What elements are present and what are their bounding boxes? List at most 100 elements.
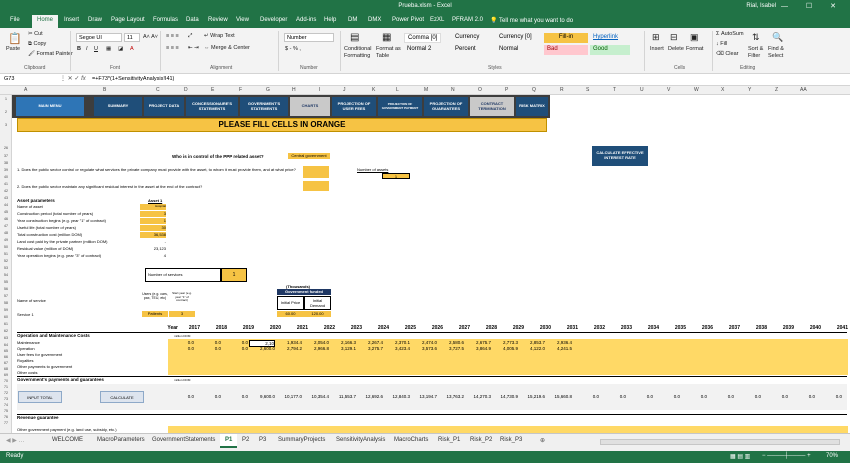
delete-cells-button[interactable]: Delete: [668, 46, 684, 52]
maintenance-value[interactable]: 2,675.7: [465, 340, 491, 345]
row-header[interactable]: 67: [0, 361, 12, 365]
col-header[interactable]: N: [451, 87, 455, 93]
maintenance-value[interactable]: 0.0: [195, 340, 221, 345]
col-header[interactable]: K: [372, 87, 375, 93]
initial-demand-cell[interactable]: 120.00: [304, 311, 331, 317]
tab-pfram[interactable]: PFRAM 2.0: [452, 17, 483, 23]
zoom-slider[interactable]: − ────┼──── +: [762, 453, 811, 459]
maintenance-value[interactable]: 2,773.3: [492, 340, 518, 345]
row-header[interactable]: 45: [0, 210, 12, 214]
style-currency0[interactable]: Currency [0]: [496, 33, 535, 43]
sheet-tab[interactable]: MacroParameters: [97, 437, 145, 443]
maintenance-value[interactable]: 2,936.4: [546, 340, 572, 345]
window-controls[interactable]: — ☐ ✕: [781, 2, 844, 10]
col-header[interactable]: H: [292, 87, 296, 93]
question-1-answer[interactable]: [303, 166, 329, 178]
row-header[interactable]: 77: [0, 421, 12, 425]
operation-value[interactable]: 3,275.7: [357, 346, 383, 351]
col-header[interactable]: D: [184, 87, 188, 93]
sheet-tab[interactable]: GovernmentStatements: [152, 437, 215, 443]
maintenance-value[interactable]: 2,580.6: [438, 340, 464, 345]
col-header[interactable]: C: [156, 87, 160, 93]
col-header[interactable]: I: [319, 87, 320, 93]
col-header[interactable]: L: [396, 87, 399, 93]
asset-param-value[interactable]: 36,538: [140, 232, 166, 238]
operation-value[interactable]: 0.0: [195, 346, 221, 351]
operation-value[interactable]: 4,241.5: [546, 346, 572, 351]
col-header[interactable]: O: [478, 87, 482, 93]
name-box[interactable]: G73: [4, 76, 54, 82]
sheet-tab[interactable]: SensitivityAnalysis: [336, 437, 385, 443]
sheet-tab[interactable]: MacroCharts: [394, 437, 428, 443]
row-header[interactable]: 49: [0, 238, 12, 242]
cut-button[interactable]: ✂ Cut: [28, 31, 43, 37]
row-header[interactable]: 40: [0, 175, 12, 179]
col-header[interactable]: W: [694, 87, 699, 93]
operation-value[interactable]: 2,966.8: [303, 346, 329, 351]
operation-value[interactable]: 2,794.2: [276, 346, 302, 351]
main-menu-button[interactable]: MAIN MENU: [16, 97, 84, 116]
number-symbols[interactable]: $ - % ,: [285, 46, 301, 52]
clear-button[interactable]: ⌫ Clear: [716, 51, 738, 57]
borders-icon[interactable]: ▦: [106, 46, 111, 52]
row-header[interactable]: 3: [0, 123, 12, 127]
maintenance-value[interactable]: 2,267.4: [357, 340, 383, 345]
sort-filter-button[interactable]: Sort & Filter: [748, 46, 768, 59]
underline-icon[interactable]: U: [94, 46, 98, 52]
col-header[interactable]: S: [586, 87, 589, 93]
wrap-text-button[interactable]: ↵ Wrap Text: [204, 33, 235, 39]
font-size-combo[interactable]: 11: [124, 33, 140, 42]
row-header[interactable]: 38: [0, 161, 12, 165]
view-mode-icons[interactable]: ▦ ▤ ▥: [730, 453, 750, 460]
add-sheet-icon[interactable]: ⊕: [540, 437, 545, 444]
row-header[interactable]: 52: [0, 259, 12, 263]
maintenance-value[interactable]: 2,054.0: [303, 340, 329, 345]
initial-price-cell[interactable]: 60.00: [277, 311, 304, 317]
col-header[interactable]: Q: [532, 87, 536, 93]
sheet-tab[interactable]: WELCOME: [52, 437, 83, 443]
row-header[interactable]: 70: [0, 379, 12, 383]
row-header[interactable]: 43: [0, 196, 12, 200]
style-comma0[interactable]: Comma [0]: [404, 33, 442, 43]
maintenance-value[interactable]: 2,474.0: [411, 340, 437, 345]
col-header[interactable]: J: [343, 87, 346, 93]
question-2-answer[interactable]: [303, 181, 329, 191]
format-cells-button[interactable]: Format: [686, 46, 703, 52]
style-currency[interactable]: Currency: [452, 33, 482, 43]
formula-input[interactable]: =+F73*(1+SensitivityAnalysis!I41): [92, 76, 174, 82]
row-header[interactable]: 62: [0, 329, 12, 333]
row-header[interactable]: 63: [0, 336, 12, 340]
merge-center-button[interactable]: ⇔ Merge & Center: [204, 45, 250, 51]
row-header[interactable]: 26: [0, 146, 12, 150]
row-header[interactable]: 2: [0, 110, 12, 114]
row-header[interactable]: 69: [0, 373, 12, 377]
font-color-icon[interactable]: A: [130, 46, 134, 52]
autosum-button[interactable]: Σ AutoSum: [716, 31, 744, 37]
formula-bar-icons[interactable]: ⋮ ✕ ✓ fx: [60, 75, 86, 82]
style-good[interactable]: Good: [590, 45, 630, 55]
tab-view[interactable]: View: [236, 17, 249, 23]
style-normal2[interactable]: Normal 2: [404, 45, 434, 55]
row-header[interactable]: 55: [0, 280, 12, 284]
col-header[interactable]: G: [266, 87, 270, 93]
col-header[interactable]: Y: [748, 87, 751, 93]
tab-page-layout[interactable]: Page Layout: [111, 17, 145, 23]
col-header[interactable]: A: [24, 87, 27, 93]
sheet-tab[interactable]: Risk_P3: [500, 437, 522, 443]
other-gov-payment-band[interactable]: [168, 426, 848, 433]
style-hyperlink[interactable]: Hyperlink: [590, 33, 621, 43]
user-fees-button[interactable]: PROJECTION OF USER FEES: [332, 97, 376, 116]
tab-review[interactable]: Review: [208, 17, 228, 23]
row-header[interactable]: 75: [0, 409, 12, 413]
col-header[interactable]: F: [239, 87, 242, 93]
row-header[interactable]: 44: [0, 203, 12, 207]
tab-dmx[interactable]: DMX: [368, 17, 381, 23]
col-header[interactable]: B: [103, 87, 106, 93]
number-of-services-cell[interactable]: 1: [221, 268, 247, 282]
contract-termination-button[interactable]: CONTRACT TERMINATION: [470, 97, 514, 116]
concessionaire-statements-button[interactable]: CONCESSIONAIRE'S STATEMENTS: [186, 97, 238, 116]
row-header[interactable]: 59: [0, 308, 12, 312]
font-grow-icon[interactable]: A˄ A˅: [143, 34, 158, 40]
col-header[interactable]: T: [613, 87, 616, 93]
row-header[interactable]: 60: [0, 315, 12, 319]
